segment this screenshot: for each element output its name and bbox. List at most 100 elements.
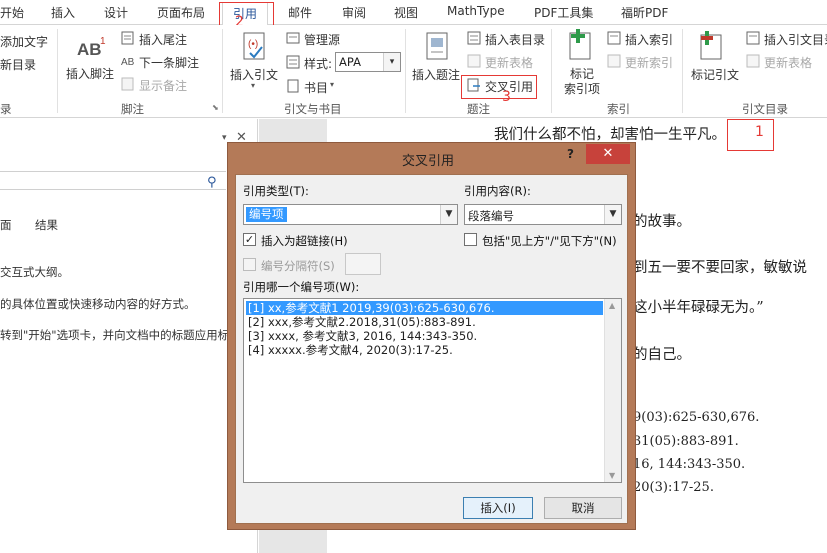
citations-group-label: 引文与书目 — [284, 102, 342, 116]
footnotes-group-label: 脚注 — [121, 102, 144, 116]
annotation-number-3: 3 — [502, 89, 511, 105]
insert-caption-button[interactable]: 插入题注 — [412, 66, 460, 83]
update-table-button[interactable]: 更新表格 — [485, 54, 533, 71]
annotation-box-insertion-point — [727, 119, 774, 151]
style-label: 样式: — [304, 57, 333, 71]
authorities-group-label: 引文目录 — [742, 102, 788, 116]
list-item[interactable]: [3] xxxx, 参考文献3, 2016, 144:343-350. — [246, 329, 603, 343]
tab-review[interactable]: 审阅 — [342, 4, 366, 21]
insert-citation-dropdown-icon[interactable]: ▾ — [251, 81, 255, 90]
svg-text:AB: AB — [121, 57, 135, 68]
dialog-body: 引用类型(T): 编号项 ▼ 引用内容(R): 段落编号 ▼ ✓ 插入为超链接(… — [235, 174, 628, 524]
mark-entry-label-l2[interactable]: 索引项 — [564, 80, 600, 97]
next-footnote-button[interactable]: 下一条脚注 — [139, 54, 199, 71]
update-table-icon — [467, 54, 481, 68]
insert-footnote-button[interactable]: 插入脚注 — [66, 65, 114, 82]
captions-group-label: 题注 — [467, 102, 490, 116]
update-toa-icon — [746, 54, 760, 68]
include-above-below-checkbox[interactable] — [464, 233, 477, 246]
tab-insert[interactable]: 插入 — [51, 4, 75, 21]
insert-caption-icon — [424, 31, 450, 63]
doc-ref-1: 9(03):625-630,676. — [633, 410, 760, 425]
help-icon[interactable]: ? — [567, 147, 574, 161]
tab-mathtype[interactable]: MathType — [447, 4, 505, 18]
dialog-close-button[interactable]: ✕ — [586, 144, 630, 164]
nav-hint-line-1: 交互式大纲。 — [0, 265, 69, 279]
annotation-number-1: 1 — [755, 124, 764, 140]
annotation-box-cross-reference — [461, 75, 537, 99]
tab-page-layout[interactable]: 页面布局 — [157, 4, 205, 21]
include-above-below-label: 包括"见上方"/"见下方"(N) — [482, 234, 617, 248]
next-footnote-icon: AB — [121, 54, 135, 68]
scroll-up-icon[interactable]: ▲ — [609, 301, 615, 310]
list-scrollbar[interactable]: ▲ ▼ — [604, 299, 621, 482]
cancel-button[interactable]: 取消 — [544, 497, 622, 519]
insert-citation-icon: (•) — [240, 31, 270, 63]
nav-tab-results[interactable]: 结果 — [35, 217, 58, 233]
citation-style-select[interactable]: APA ▾ — [335, 52, 401, 72]
doc-line-3: 到五一要不要回家，敏敏说 — [633, 260, 807, 276]
nav-hint-line-3: 转到"开始"选项卡，并向文档中的标题应用标 — [0, 328, 230, 342]
dialog-title: 交叉引用 — [402, 154, 455, 169]
update-toa-button[interactable]: 更新表格 — [764, 54, 812, 71]
mark-entry-icon — [566, 29, 594, 63]
toc-group-label: 录 — [0, 102, 12, 116]
insert-toa-icon — [746, 31, 760, 45]
bibliography-button[interactable]: 书目 — [304, 79, 328, 96]
update-index-icon — [607, 54, 621, 68]
which-item-label: 引用哪一个编号项(W): — [243, 280, 360, 294]
insert-toa-button[interactable]: 插入引文目录 — [764, 31, 827, 48]
chevron-down-icon: ▼ — [440, 205, 457, 224]
search-icon[interactable]: ⚲ — [207, 175, 217, 190]
numbered-items-list[interactable]: [1] xx,参考文献1 2019,39(03):625-630,676. [2… — [243, 298, 622, 483]
insert-footnote-icon: AB 1 — [74, 35, 108, 63]
tab-foxit-pdf[interactable]: 福昕PDF — [621, 4, 668, 21]
doc-line-4: 这小半年碌碌无为。” — [633, 300, 764, 316]
tab-pdf-tools[interactable]: PDF工具集 — [534, 4, 593, 21]
separator-input[interactable] — [345, 253, 381, 275]
reference-content-select[interactable]: 段落编号 ▼ — [464, 204, 622, 225]
navigation-pane: ▾ ✕ ⚲ 面 结果 交互式大纲。 的具体位置或快速移动内容的好方式。 转到"开… — [0, 119, 258, 553]
index-group-label: 索引 — [607, 102, 630, 116]
insert-button[interactable]: 插入(I) — [463, 497, 533, 519]
update-index-button[interactable]: 更新索引 — [625, 54, 673, 71]
show-notes-button[interactable]: 显示备注 — [139, 77, 187, 94]
tab-design[interactable]: 设计 — [104, 4, 128, 21]
mark-citation-button[interactable]: 标记引文 — [691, 66, 739, 83]
list-item[interactable]: [2] xxx,参考文献2.2018,31(05):883-891. — [246, 315, 603, 329]
chevron-down-icon: ▾ — [383, 53, 400, 71]
separate-numbers-checkbox[interactable] — [243, 258, 256, 271]
style-icon — [286, 55, 300, 69]
table-of-figures-icon — [467, 31, 481, 45]
list-item[interactable]: [1] xx,参考文献1 2019,39(03):625-630,676. — [246, 301, 603, 315]
reference-content-label: 引用内容(R): — [464, 184, 531, 198]
tab-view[interactable]: 视图 — [394, 4, 418, 21]
tab-home[interactable]: 开始 — [0, 4, 24, 21]
mark-citation-icon — [697, 31, 725, 63]
insert-index-button[interactable]: 插入索引 — [625, 31, 673, 48]
svg-text:1: 1 — [100, 36, 106, 47]
reference-type-value: 编号项 — [246, 207, 287, 222]
add-text-button[interactable]: 添加文字 — [0, 33, 48, 50]
footnote-dialog-launcher-icon[interactable]: ⬊ — [212, 103, 219, 112]
insert-as-hyperlink-checkbox[interactable]: ✓ — [243, 233, 256, 246]
insert-endnote-button[interactable]: 插入尾注 — [139, 31, 187, 48]
nav-tab-headings[interactable]: 面 — [0, 217, 12, 233]
pane-options-chevron-icon[interactable]: ▾ — [222, 133, 227, 143]
citation-style-value: APA — [339, 55, 361, 69]
separate-numbers-label: 编号分隔符(S) — [261, 259, 335, 273]
reference-type-label: 引用类型(T): — [243, 184, 309, 198]
list-item[interactable]: [4] xxxxx.参考文献4, 2020(3):17-25. — [246, 343, 603, 357]
reference-type-select[interactable]: 编号项 ▼ — [243, 204, 458, 225]
insert-as-hyperlink-label: 插入为超链接(H) — [261, 234, 348, 248]
scroll-down-icon[interactable]: ▼ — [609, 471, 615, 480]
doc-ref-2: 31(05):883-891. — [633, 434, 739, 449]
bibliography-dropdown-icon[interactable]: ▾ — [330, 80, 334, 89]
doc-line-2: 的故事。 — [633, 214, 691, 230]
insert-table-of-figures-button[interactable]: 插入表目录 — [485, 31, 545, 48]
tab-mailings[interactable]: 邮件 — [288, 4, 312, 21]
chevron-down-icon: ▼ — [604, 205, 621, 224]
manage-sources-button[interactable]: 管理源 — [304, 31, 340, 48]
dialog-title-bar[interactable]: 交叉引用 ? ✕ — [228, 143, 635, 173]
update-toc-button[interactable]: 新目录 — [0, 56, 36, 73]
